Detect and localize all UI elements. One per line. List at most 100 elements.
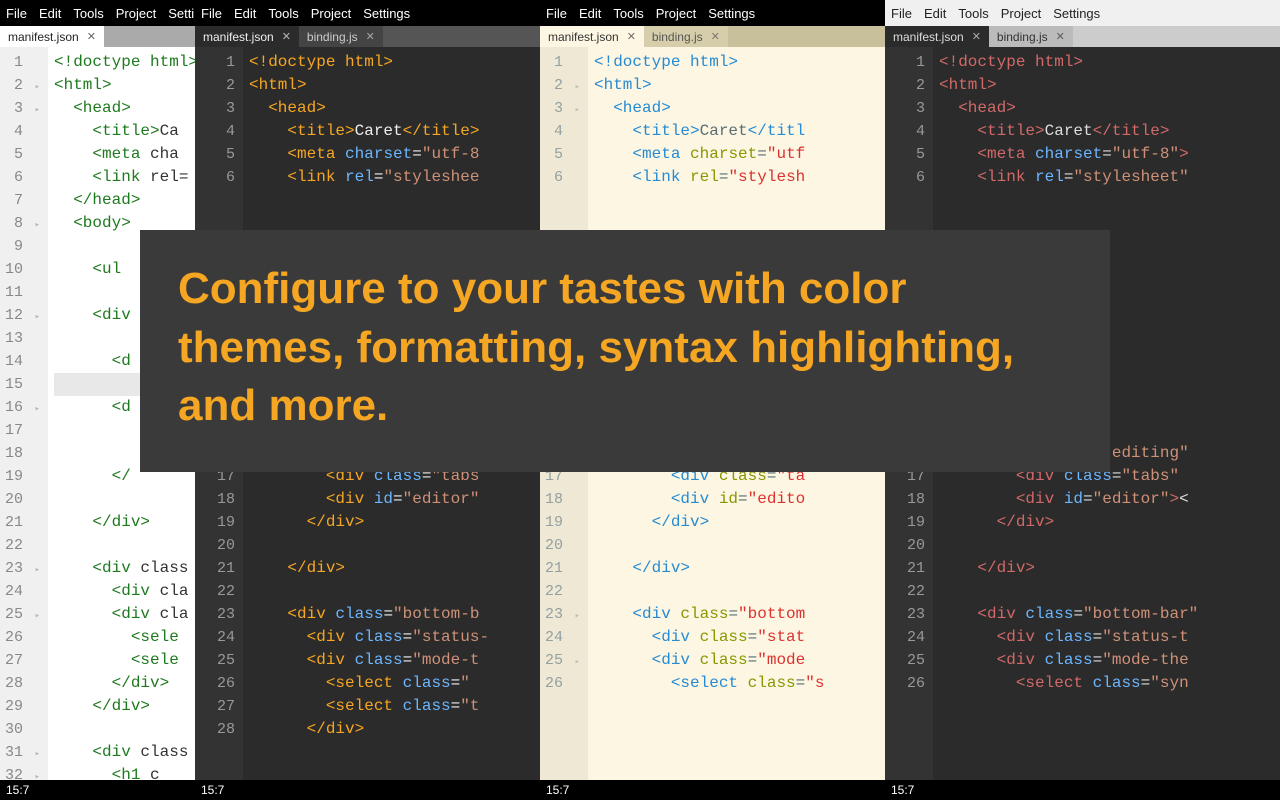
- code-line[interactable]: <html>: [249, 74, 540, 97]
- code-line[interactable]: [54, 488, 195, 511]
- menu-settings[interactable]: Settings: [1053, 6, 1100, 21]
- code-line[interactable]: </div>: [54, 672, 195, 695]
- code-line[interactable]: </div>: [249, 511, 540, 534]
- code-line[interactable]: <div class="bottom-bar": [939, 603, 1280, 626]
- menu-project[interactable]: Project: [1001, 6, 1041, 21]
- menu-project[interactable]: Project: [656, 6, 696, 21]
- tab-manifest-json[interactable]: manifest.json✕: [885, 26, 989, 47]
- menu-file[interactable]: File: [6, 6, 27, 21]
- code-line[interactable]: <div class="mode-t: [249, 649, 540, 672]
- menu-project[interactable]: Project: [116, 6, 156, 21]
- code-line[interactable]: </div>: [249, 557, 540, 580]
- code-line[interactable]: </div>: [594, 557, 885, 580]
- code-line[interactable]: <div id="editor"><: [939, 488, 1280, 511]
- code-line[interactable]: <html>: [594, 74, 885, 97]
- code-line[interactable]: [939, 189, 1280, 212]
- code-line[interactable]: [54, 718, 195, 741]
- code-line[interactable]: <div class="status-t: [939, 626, 1280, 649]
- code-line[interactable]: </div>: [249, 718, 540, 741]
- menu-tools[interactable]: Tools: [958, 6, 988, 21]
- menu-tools[interactable]: Tools: [73, 6, 103, 21]
- code-line[interactable]: </div>: [54, 511, 195, 534]
- code-line[interactable]: [939, 534, 1280, 557]
- code-line[interactable]: </div>: [939, 557, 1280, 580]
- code-line[interactable]: <div cla: [54, 580, 195, 603]
- code-line[interactable]: <div class="status-: [249, 626, 540, 649]
- code-line[interactable]: <title>Caret</title>: [939, 120, 1280, 143]
- code-line[interactable]: <meta charset="utf: [594, 143, 885, 166]
- menu-edit[interactable]: Edit: [579, 6, 601, 21]
- close-icon[interactable]: ✕: [711, 30, 720, 43]
- menu-tools[interactable]: Tools: [268, 6, 298, 21]
- menu-edit[interactable]: Edit: [924, 6, 946, 21]
- menu-edit[interactable]: Edit: [39, 6, 61, 21]
- tab-manifest-json[interactable]: manifest.json✕: [0, 26, 104, 47]
- code-line[interactable]: <link rel=: [54, 166, 195, 189]
- code-line[interactable]: [594, 580, 885, 603]
- tab-manifest-json[interactable]: manifest.json✕: [195, 26, 299, 47]
- code-line[interactable]: <sele: [54, 649, 195, 672]
- code-line[interactable]: [594, 534, 885, 557]
- code-line[interactable]: <html>: [939, 74, 1280, 97]
- code-line[interactable]: <div class: [54, 557, 195, 580]
- code-line[interactable]: <select class="t: [249, 695, 540, 718]
- code-line[interactable]: [54, 534, 195, 557]
- menu-settings[interactable]: Settings: [168, 6, 195, 21]
- close-icon[interactable]: ✕: [1056, 30, 1065, 43]
- code-line[interactable]: <div class="bottom-b: [249, 603, 540, 626]
- menu-file[interactable]: File: [546, 6, 567, 21]
- tab-binding-js[interactable]: binding.js✕: [644, 26, 728, 47]
- code-line[interactable]: <div id="edito: [594, 488, 885, 511]
- menu-project[interactable]: Project: [311, 6, 351, 21]
- code-line[interactable]: <div class="mode: [594, 649, 885, 672]
- tab-binding-js[interactable]: binding.js✕: [989, 26, 1073, 47]
- code-line[interactable]: <link rel="styleshee: [249, 166, 540, 189]
- code-line[interactable]: <div cla: [54, 603, 195, 626]
- code-line[interactable]: </div>: [54, 695, 195, 718]
- code-line[interactable]: </head>: [54, 189, 195, 212]
- code-line[interactable]: <title>Caret</titl: [594, 120, 885, 143]
- code-line[interactable]: [594, 189, 885, 212]
- code-line[interactable]: <div class="mode-the: [939, 649, 1280, 672]
- menu-file[interactable]: File: [201, 6, 222, 21]
- code-line[interactable]: <head>: [249, 97, 540, 120]
- code-line[interactable]: <html>: [54, 74, 195, 97]
- code-line[interactable]: [249, 534, 540, 557]
- close-icon[interactable]: ✕: [366, 30, 375, 43]
- close-icon[interactable]: ✕: [627, 30, 636, 43]
- code-line[interactable]: <div class="bottom: [594, 603, 885, 626]
- close-icon[interactable]: ✕: [282, 30, 291, 43]
- code-line[interactable]: <meta cha: [54, 143, 195, 166]
- code-line[interactable]: <head>: [594, 97, 885, 120]
- code-line[interactable]: <h1 c: [54, 764, 195, 780]
- code-line[interactable]: <!doctype html>: [249, 51, 540, 74]
- code-line[interactable]: <meta charset="utf-8: [249, 143, 540, 166]
- menu-tools[interactable]: Tools: [613, 6, 643, 21]
- code-line[interactable]: [939, 580, 1280, 603]
- code-line[interactable]: <!doctype html>: [594, 51, 885, 74]
- code-line[interactable]: <meta charset="utf-8">: [939, 143, 1280, 166]
- code-line[interactable]: <select class="s: [594, 672, 885, 695]
- menu-file[interactable]: File: [891, 6, 912, 21]
- code-line[interactable]: <title>Ca: [54, 120, 195, 143]
- menu-settings[interactable]: Settings: [363, 6, 410, 21]
- menu-edit[interactable]: Edit: [234, 6, 256, 21]
- code-line[interactable]: </div>: [939, 511, 1280, 534]
- code-line[interactable]: <!doctype html>: [54, 51, 195, 74]
- code-line[interactable]: <div class: [54, 741, 195, 764]
- code-line[interactable]: <head>: [939, 97, 1280, 120]
- code-line[interactable]: <div id="editor": [249, 488, 540, 511]
- code-line[interactable]: <select class="syn: [939, 672, 1280, 695]
- code-line[interactable]: </div>: [594, 511, 885, 534]
- close-icon[interactable]: ✕: [87, 30, 96, 43]
- code-line[interactable]: <!doctype html>: [939, 51, 1280, 74]
- menu-settings[interactable]: Settings: [708, 6, 755, 21]
- code-line[interactable]: <link rel="stylesh: [594, 166, 885, 189]
- code-line[interactable]: <link rel="stylesheet": [939, 166, 1280, 189]
- close-icon[interactable]: ✕: [972, 30, 981, 43]
- code-line[interactable]: [249, 189, 540, 212]
- code-line[interactable]: <title>Caret</title>: [249, 120, 540, 143]
- code-line[interactable]: <head>: [54, 97, 195, 120]
- tab-manifest-json[interactable]: manifest.json✕: [540, 26, 644, 47]
- code-line[interactable]: <sele: [54, 626, 195, 649]
